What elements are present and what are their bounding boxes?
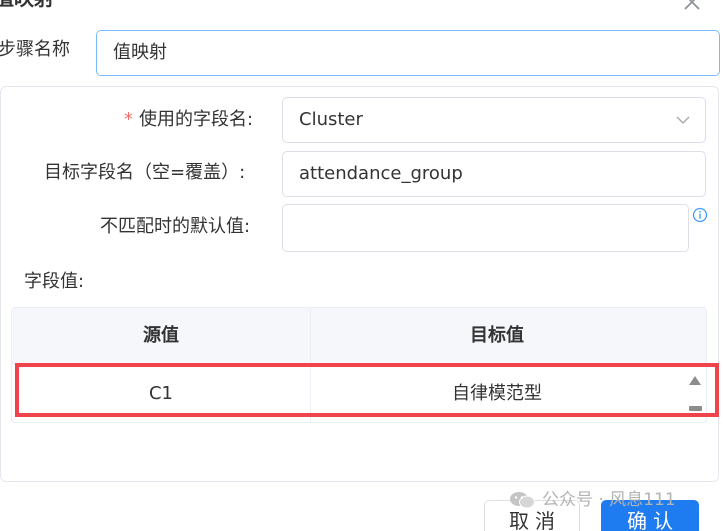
scrollbar-thumb[interactable]: [689, 406, 702, 411]
column-header-target: 目标值: [470, 325, 524, 346]
column-header-source: 源值: [12, 308, 311, 364]
default-value-textarea[interactable]: [282, 204, 689, 252]
target-field-label: 目标字段名（空=覆盖）:: [44, 162, 246, 183]
watermark-text: 公众号 · 风息111: [542, 490, 676, 510]
value-mapping-table: 源值 目标值 C1 自律模范型: [11, 307, 707, 423]
field-values-label: 字段值:: [24, 271, 85, 292]
close-icon[interactable]: [680, 0, 704, 14]
default-value-label: 不匹配时的默认值:: [100, 216, 251, 237]
chevron-down-icon: [676, 116, 690, 125]
step-name-label: 步骤名称: [0, 39, 70, 60]
field-name-label-text: 使用的字段名:: [139, 109, 254, 130]
table-row[interactable]: C1 自律模范型: [12, 365, 706, 422]
target-field-input[interactable]: attendance_group: [282, 151, 706, 197]
step-name-input[interactable]: 值映射: [96, 30, 720, 76]
source-value-cell[interactable]: C1: [12, 365, 311, 422]
field-name-select[interactable]: Cluster: [282, 97, 706, 143]
table-header: 源值 目标值: [12, 308, 706, 365]
watermark: 公众号 · 风息111: [508, 489, 676, 511]
wechat-logo-icon: [510, 492, 535, 509]
field-name-label: * 使用的字段名:: [124, 108, 253, 132]
value-mapping-dialog: 值映射 步骤名称 值映射 * 使用的字段名: Cluster 目标字段名（空=覆盖…: [0, 0, 723, 531]
required-mark: *: [124, 109, 133, 130]
info-icon[interactable]: [692, 207, 708, 223]
field-name-select-value: Cluster: [299, 109, 363, 130]
dialog-title: 值映射: [0, 0, 54, 10]
target-value-cell[interactable]: 自律模范型: [311, 365, 683, 422]
scroll-up-arrow-icon[interactable]: [687, 373, 703, 387]
